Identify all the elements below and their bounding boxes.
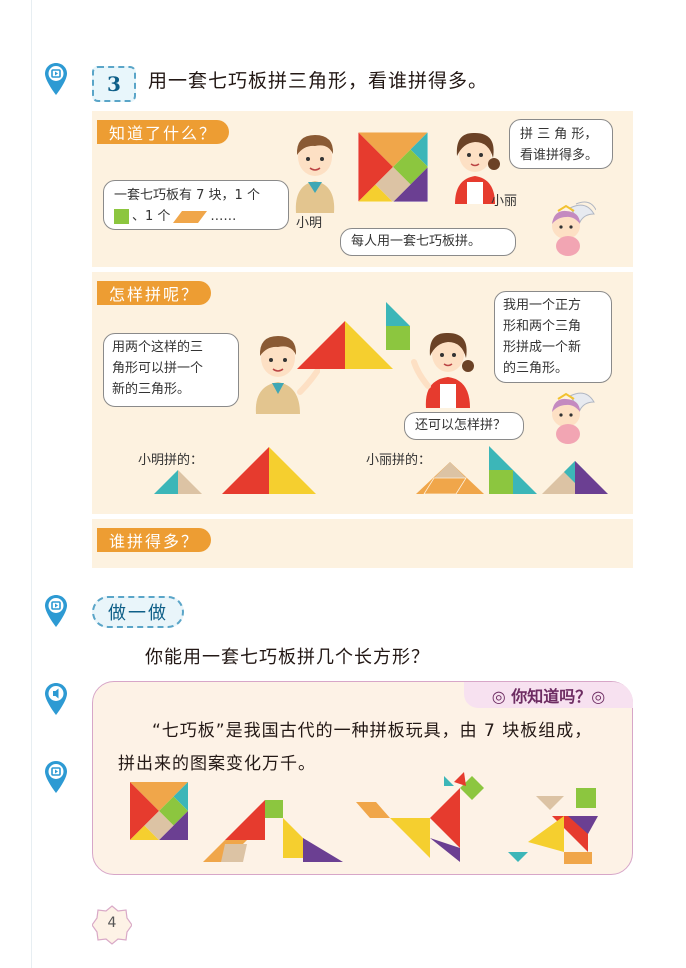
- xiaoli-result-triangle-2: [489, 446, 537, 494]
- tangram-square-figure-2: [130, 782, 188, 840]
- girl-bubble-line2: 看谁拼得多。: [520, 148, 599, 163]
- boy-method-line2: 角形可以拼一个: [112, 361, 204, 376]
- boy-bubble-line1: 一套七巧板有 7 块，1 个: [114, 188, 260, 203]
- section-label-how: 怎样拼呢？: [97, 281, 212, 305]
- boy-bubble-line2b: ……: [210, 209, 237, 224]
- angel-question-bubble: 还可以怎样拼？: [404, 412, 524, 440]
- problem-number: 3: [92, 66, 136, 102]
- video-pin-icon[interactable]: [44, 760, 68, 794]
- audio-pin-icon[interactable]: [44, 682, 68, 716]
- boy-speech-bubble: 一套七巧板有 7 块，1 个 、1 个 ……: [103, 180, 289, 230]
- tangram-square-figure: [358, 132, 428, 202]
- name-xiaoming: 小明: [296, 216, 323, 231]
- section-label-known: 知道了什么？: [97, 120, 230, 144]
- boy-method-line1: 用两个这样的三: [112, 340, 204, 355]
- label-xiaoming-result: 小明拼的：: [138, 453, 204, 468]
- girl-method-line3: 形拼成一个新: [503, 340, 582, 355]
- tangram-house-figure: [203, 800, 343, 862]
- xiaoli-result-triangle-1: [416, 462, 484, 494]
- two-triangles-example: [297, 321, 393, 369]
- boy-method-bubble: 用两个这样的三 角形可以拼一个 新的三角形。: [103, 333, 239, 407]
- margin-line: [31, 0, 32, 968]
- boy-method-line3: 新的三角形。: [112, 382, 191, 397]
- girl-method-line4: 的三角形。: [503, 361, 569, 376]
- girl-method-line1: 我用一个正方: [503, 298, 582, 313]
- xiaoming-result-small-triangle: [154, 470, 202, 494]
- girl-method-bubble: 我用一个正方 形和两个三角 形拼成一个新 的三角形。: [494, 291, 612, 383]
- xiaoli-character-2: [411, 332, 474, 408]
- tangram-figure-4: [508, 788, 598, 864]
- did-you-know-tag: ◎ 你知道吗？◎: [464, 682, 633, 708]
- angel-speech-bubble: 每人用一套七巧板拼。: [340, 228, 516, 256]
- xiaoli-result-triangle-3: [542, 461, 608, 494]
- girl-speech-bubble: 拼 三 角 形， 看谁拼得多。: [509, 119, 613, 169]
- girl-method-line2: 形和两个三角: [503, 319, 582, 334]
- xiaoming-result-large-triangle: [222, 447, 316, 494]
- orange-parallelogram-icon: [173, 210, 208, 223]
- page-number: 4: [107, 915, 117, 931]
- section-label-who: 谁拼得多？: [97, 528, 212, 552]
- activity-badge: 做一做: [92, 596, 184, 628]
- boy-bubble-line2a: 、1 个: [132, 209, 171, 224]
- video-pin-icon[interactable]: [44, 594, 68, 628]
- activity-question: 你能用一套七巧板拼几个长方形？: [145, 647, 430, 668]
- girl-bubble-line1: 拼 三 角 形，: [520, 127, 598, 142]
- name-xiaoli: 小丽: [491, 194, 518, 209]
- problem-title: 用一套七巧板拼三角形，看谁拼得多。: [148, 70, 489, 92]
- green-square-icon: [114, 209, 129, 224]
- tangram-animal-figure: [356, 772, 484, 862]
- angel-character: [552, 201, 596, 256]
- video-pin-icon[interactable]: [44, 62, 68, 96]
- xiaoming-character: [295, 135, 335, 213]
- angel-character-2: [552, 392, 595, 444]
